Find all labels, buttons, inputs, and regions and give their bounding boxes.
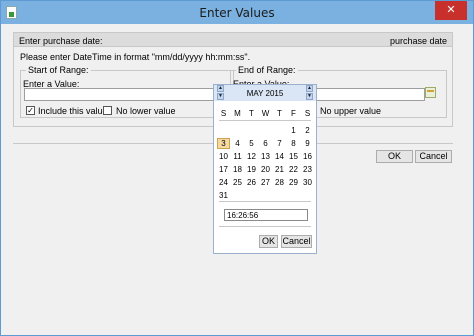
end-range-title: End of Range:	[236, 65, 298, 75]
day-cell[interactable]: 16	[301, 151, 314, 162]
time-input[interactable]	[224, 209, 308, 221]
include-value-checkbox[interactable]: ✓	[26, 106, 35, 115]
day-cell[interactable]: 24	[217, 177, 230, 188]
day-cell[interactable]: 21	[273, 164, 286, 175]
day-cell[interactable]: 4	[231, 138, 244, 149]
day-cell[interactable]: 12	[245, 151, 258, 162]
start-value-input[interactable]	[24, 88, 229, 101]
no-upper-value-label: No upper value	[320, 106, 382, 116]
day-cell[interactable]: 9	[301, 138, 314, 149]
cancel-button[interactable]: Cancel	[415, 150, 452, 163]
day-cell[interactable]: 5	[245, 138, 258, 149]
day-cell[interactable]: 17	[217, 164, 230, 175]
calendar-ok-button[interactable]: OK	[259, 235, 278, 248]
enter-values-dialog: Enter Values ✕ Enter purchase date: purc…	[0, 0, 474, 336]
close-button[interactable]: ✕	[435, 1, 467, 20]
weekday-label: S	[304, 109, 311, 118]
weekday-label: F	[291, 109, 296, 118]
weekday-label: T	[277, 109, 282, 118]
calendar-divider	[219, 201, 311, 202]
selected-day-cell[interactable]: 3	[217, 138, 230, 149]
format-hint: Please enter DateTime in format "mm/dd/y…	[20, 52, 251, 62]
month-header: ▲ ▼ MAY 2015 ▲ ▼	[214, 85, 316, 101]
calendar-divider	[219, 226, 311, 227]
day-cell[interactable]: 27	[259, 177, 272, 188]
no-lower-value-label: No lower value	[116, 106, 176, 116]
start-range-title: Start of Range:	[26, 65, 91, 75]
check-icon: ✓	[27, 106, 34, 115]
day-cell[interactable]: 15	[287, 151, 300, 162]
no-lower-value-checkbox[interactable]	[103, 106, 112, 115]
day-cell[interactable]: 23	[301, 164, 314, 175]
day-cell[interactable]: 22	[287, 164, 300, 175]
month-year-label: MAY 2015	[246, 89, 284, 98]
day-cell[interactable]: 28	[273, 177, 286, 188]
day-cell[interactable]: 8	[287, 138, 300, 149]
weekday-label: M	[234, 109, 241, 118]
spin-down-icon[interactable]: ▼	[306, 93, 313, 100]
day-cell[interactable]: 13	[259, 151, 272, 162]
day-cell[interactable]: 7	[273, 138, 286, 149]
date-picker-popup: ▲ ▼ MAY 2015 ▲ ▼ S M T W T F S 123456789…	[213, 84, 317, 254]
day-cell[interactable]: 18	[231, 164, 244, 175]
day-cell[interactable]: 14	[273, 151, 286, 162]
field-name-label: purchase date	[389, 36, 447, 46]
title-bar[interactable]: Enter Values ✕	[1, 1, 473, 24]
day-cell[interactable]: 2	[301, 125, 314, 136]
window-title: Enter Values	[199, 6, 275, 20]
day-cell[interactable]: 10	[217, 151, 230, 162]
spin-up-icon[interactable]: ▲	[306, 85, 313, 92]
calendar-cancel-button[interactable]: Cancel	[281, 235, 312, 248]
day-cell[interactable]: 11	[231, 151, 244, 162]
day-cell[interactable]: 25	[231, 177, 244, 188]
day-cell[interactable]: 30	[301, 177, 314, 188]
day-cell[interactable]: 6	[259, 138, 272, 149]
panel-header: Enter purchase date: purchase date	[14, 33, 452, 47]
enter-date-label: Enter purchase date:	[19, 36, 103, 46]
day-cell[interactable]: 19	[245, 164, 258, 175]
start-range-group: Start of Range: Enter a Value: ✓ Include…	[20, 65, 234, 118]
day-cell[interactable]: 31	[217, 190, 230, 201]
day-cell[interactable]: 26	[245, 177, 258, 188]
weekday-label: S	[220, 109, 227, 118]
calendar-divider	[219, 120, 311, 121]
calendar-icon[interactable]	[425, 87, 436, 98]
weekday-label: T	[249, 109, 254, 118]
day-cell[interactable]: 29	[287, 177, 300, 188]
include-value-label: Include this value	[38, 106, 108, 116]
day-cell[interactable]: 20	[259, 164, 272, 175]
weekday-label: W	[261, 109, 270, 118]
ok-button[interactable]: OK	[376, 150, 413, 163]
day-cell[interactable]: 1	[287, 125, 300, 136]
